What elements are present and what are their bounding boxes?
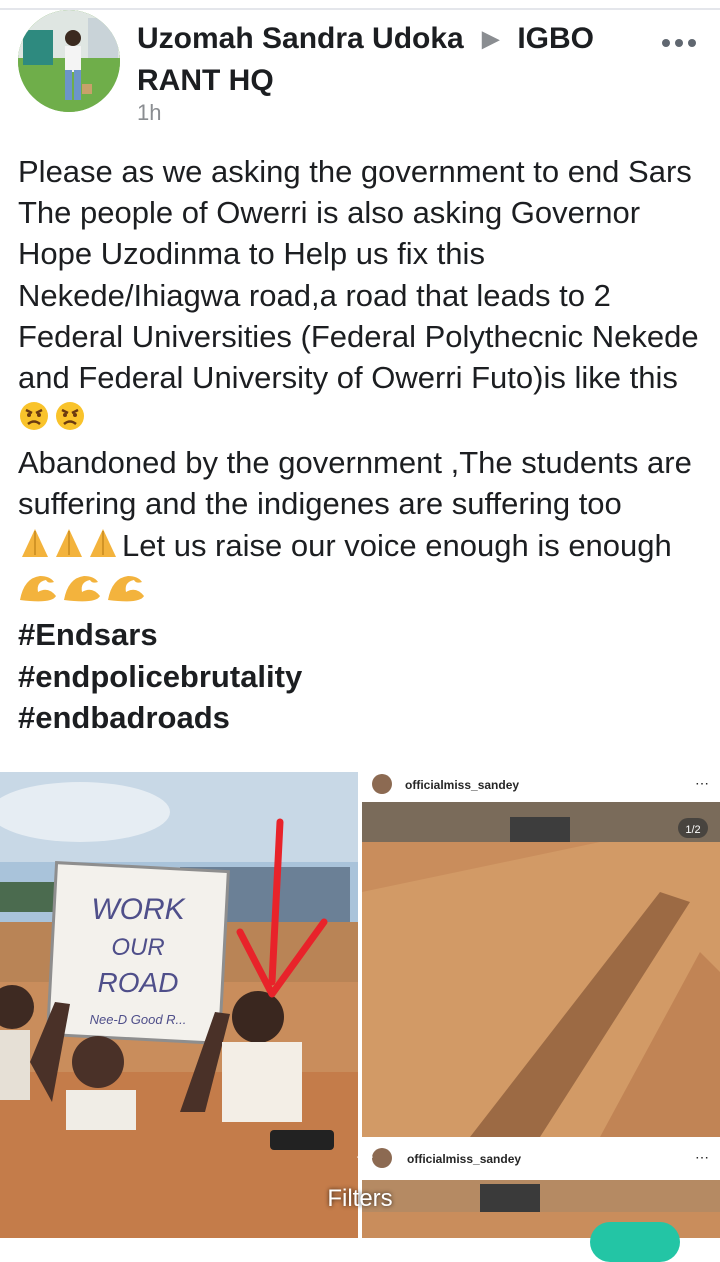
protest-photo[interactable]: WORK OUR ROAD Nee-D Good R...: [0, 772, 358, 1238]
ig-username: officialmiss_sandey: [405, 778, 519, 792]
avatar-image: [18, 10, 120, 112]
divider: [0, 8, 720, 10]
more-options-icon: ⋯: [695, 775, 709, 791]
sign-text: OUR: [111, 934, 164, 961]
arrow-right-icon: ▶: [482, 26, 499, 51]
praying-hands-icon: [18, 525, 122, 569]
avatar[interactable]: [18, 10, 120, 112]
image-counter: 1/2: [685, 824, 700, 836]
chevron-up-icon[interactable]: [356, 1146, 374, 1160]
post-line: Please as we asking the government to en…: [18, 154, 692, 189]
angry-face-icon: [18, 400, 86, 442]
post: Uzomah Sandra Udoka ▶ IGBO RANT HQ 1h Pl…: [0, 0, 720, 1262]
hashtag[interactable]: #Endsars: [18, 614, 708, 655]
post-text: Please as we asking the government to en…: [18, 151, 708, 738]
sign-text: Nee-D Good R...: [90, 1012, 187, 1027]
post-photos[interactable]: WORK OUR ROAD Nee-D Good R... officialmi…: [0, 772, 720, 1238]
ig-username: officialmiss_sandey: [407, 1152, 521, 1166]
filters-button[interactable]: Filters: [0, 1185, 720, 1213]
more-options-icon: ⋯: [695, 1149, 709, 1165]
floating-action-button[interactable]: [590, 1222, 680, 1262]
post-line: The people of Owerri is also asking Gove…: [18, 192, 708, 442]
hashtag[interactable]: #endbadroads: [18, 697, 708, 738]
sign-text: WORK: [91, 893, 186, 926]
flooded-road-photo[interactable]: officialmiss_sandey ⋯ 1/2: [362, 772, 720, 1142]
author-name[interactable]: Uzomah Sandra Udoka: [137, 22, 464, 55]
hashtag[interactable]: #endpolicebrutality: [18, 656, 708, 697]
more-options-icon[interactable]: [660, 32, 700, 52]
post-line: Abandoned by the government ,The student…: [18, 442, 708, 614]
post-header: Uzomah Sandra Udoka ▶ IGBO RANT HQ: [137, 18, 637, 102]
sign-text: ROAD: [98, 967, 179, 998]
flexed-biceps-icon: [18, 570, 150, 614]
timestamp[interactable]: 1h: [137, 100, 161, 126]
